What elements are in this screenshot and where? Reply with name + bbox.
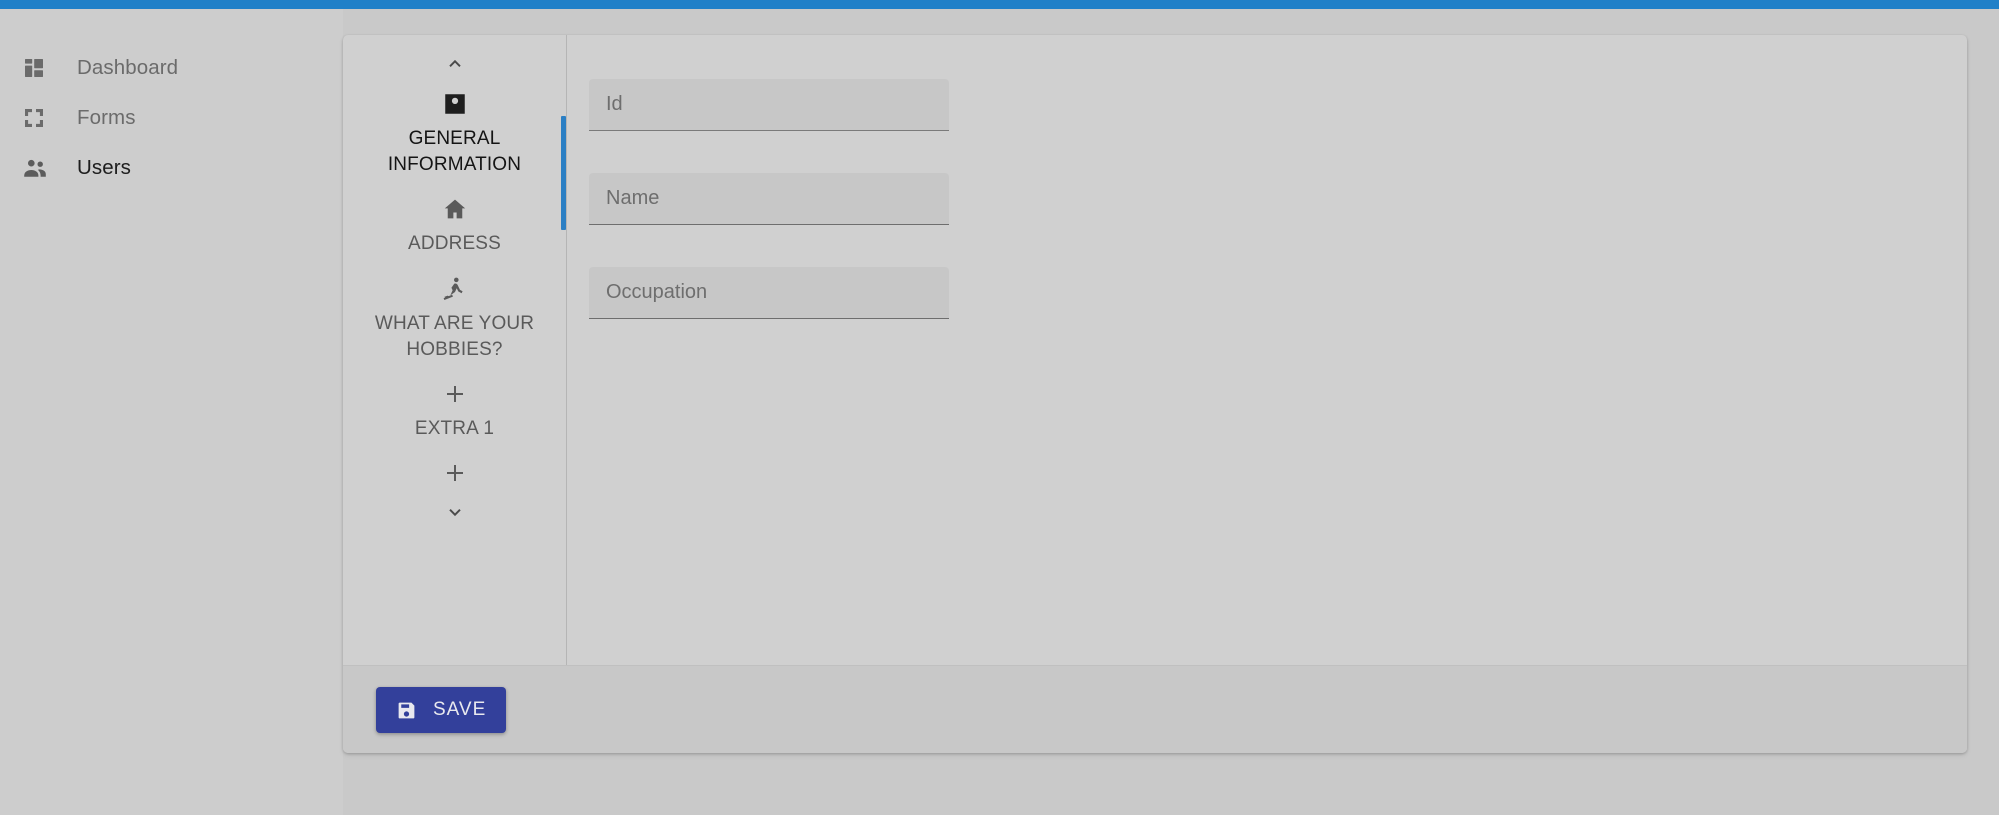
users-icon [22, 155, 52, 181]
field-name[interactable] [589, 173, 949, 225]
card-footer: SAVE [343, 665, 1967, 753]
plus-icon [443, 458, 467, 488]
name-input[interactable] [606, 187, 932, 210]
sidebar: Dashboard Forms Users [0, 9, 343, 815]
step-label: WHAT ARE YOUR HOBBIES? [374, 312, 535, 360]
step-label: EXTRA 1 [414, 418, 495, 440]
sidebar-item-dashboard[interactable]: Dashboard [0, 43, 343, 93]
step-hobbies[interactable]: WHAT ARE YOUR HOBBIES? [343, 264, 566, 369]
chevron-down-icon [444, 502, 466, 529]
stepper-scroll-up-button[interactable] [343, 51, 566, 79]
save-button-label: SAVE [433, 699, 487, 720]
id-input[interactable] [606, 93, 932, 116]
dashboard-icon [22, 55, 52, 81]
account-box-icon [442, 89, 468, 119]
field-id[interactable] [589, 79, 949, 131]
step-address[interactable]: ADDRESS [343, 184, 566, 263]
step-active-indicator [561, 116, 566, 230]
field-occupation[interactable] [589, 267, 949, 319]
chevron-up-icon [444, 52, 466, 79]
sidebar-item-label: Users [77, 156, 132, 179]
vertical-stepper: GENERAL INFORMATION ADDRESS WHAT ARE YOU… [343, 35, 567, 665]
home-icon [442, 194, 468, 224]
save-floppy-icon [396, 700, 417, 721]
sidebar-item-label: Dashboard [77, 56, 179, 79]
form-pane [567, 35, 1967, 665]
step-label: GENERAL INFORMATION [387, 128, 522, 176]
sidebar-item-users[interactable]: Users [0, 143, 343, 193]
sidebar-item-label: Forms [77, 106, 136, 129]
rowing-icon [442, 274, 468, 304]
form-wizard-card: GENERAL INFORMATION ADDRESS WHAT ARE YOU… [343, 35, 1967, 753]
plus-icon [443, 379, 467, 409]
save-button[interactable]: SAVE [376, 687, 507, 733]
top-accent-bar [0, 0, 1999, 9]
occupation-input[interactable] [606, 281, 932, 304]
card-body: GENERAL INFORMATION ADDRESS WHAT ARE YOU… [343, 35, 1967, 665]
stepper-scroll-down-button[interactable] [343, 501, 566, 529]
step-general-information[interactable]: GENERAL INFORMATION [343, 79, 566, 184]
step-label: ADDRESS [408, 233, 501, 255]
forms-icon [22, 105, 52, 131]
step-extra-1[interactable]: EXTRA 1 [343, 369, 566, 448]
step-add-new[interactable] [343, 448, 566, 501]
sidebar-item-forms[interactable]: Forms [0, 93, 343, 143]
